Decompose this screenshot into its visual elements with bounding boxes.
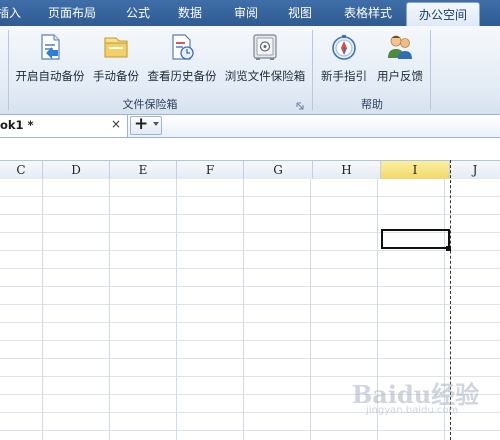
tab-page-layout[interactable]: 页面布局 — [40, 0, 104, 26]
column-header-d[interactable]: D — [43, 161, 110, 179]
manual-backup-button[interactable]: 手动备份 — [90, 30, 142, 90]
document-tab-name: ok1 * — [0, 118, 34, 132]
chevron-down-icon[interactable] — [153, 122, 159, 126]
group-divider — [430, 30, 431, 110]
user-feedback-label: 用户反馈 — [377, 69, 423, 83]
beginner-guide-button[interactable]: 新手指引 — [318, 30, 370, 90]
tab-data[interactable]: 数据 — [170, 0, 210, 26]
column-header-g[interactable]: G — [244, 161, 313, 179]
history-backup-icon — [167, 32, 197, 62]
manual-backup-icon — [101, 32, 131, 62]
column-header-j[interactable]: J — [450, 161, 500, 179]
column-header-i[interactable]: I — [381, 161, 450, 179]
watermark-url: jingyan.baidu.com — [366, 405, 459, 416]
auto-backup-icon — [35, 32, 65, 62]
baidu-watermark: Baidu经验 jingyan.baidu.com — [340, 375, 490, 435]
menu-tab-strip: 插入 页面布局 公式 数据 审阅 视图 表格样式 办公空间 — [0, 0, 500, 26]
tab-formula[interactable]: 公式 — [118, 0, 158, 26]
tab-view[interactable]: 视图 — [280, 0, 320, 26]
column-header-f[interactable]: F — [177, 161, 244, 179]
auto-backup-label: 开启自动备份 — [15, 69, 85, 83]
group-label-file-safe: 文件保险箱 — [122, 98, 178, 111]
history-backup-label: 查看历史备份 — [147, 69, 217, 83]
column-header-c[interactable]: C — [0, 161, 43, 179]
tab-office-space[interactable]: 办公空间 — [406, 2, 480, 26]
fill-handle[interactable] — [446, 246, 451, 251]
formula-area — [0, 138, 500, 160]
group-divider — [312, 30, 313, 110]
column-header-h[interactable]: H — [313, 161, 381, 179]
active-cell[interactable] — [381, 229, 450, 249]
tab-table-style[interactable]: 表格样式 — [336, 0, 400, 26]
new-tab-button[interactable]: + — [130, 114, 162, 135]
beginner-guide-label: 新手指引 — [321, 69, 367, 83]
close-icon[interactable]: × — [111, 117, 121, 131]
document-tab-bar: ok1 * × + — [0, 114, 500, 138]
browse-safe-box-label: 浏览文件保险箱 — [224, 69, 306, 83]
tab-insert[interactable]: 插入 — [0, 0, 22, 26]
ribbon: 开启自动备份 手动备份 查看历史备份 浏览文件保险箱 文件保险箱 新手指引 用户… — [0, 26, 500, 115]
plus-icon: + — [134, 114, 149, 134]
auto-backup-button[interactable]: 开启自动备份 — [14, 30, 86, 90]
group-label-help: 帮助 — [361, 98, 383, 111]
browse-safe-box-button[interactable]: 浏览文件保险箱 — [222, 30, 308, 90]
column-header-e[interactable]: E — [110, 161, 177, 179]
manual-backup-label: 手动备份 — [93, 69, 139, 83]
ribbon-divider — [8, 30, 9, 110]
safe-box-icon — [250, 32, 280, 62]
user-feedback-button[interactable]: 用户反馈 — [374, 30, 426, 90]
document-tab[interactable]: ok1 * × — [0, 115, 128, 137]
compass-icon — [329, 32, 359, 62]
column-header-row: C D E F G H I J — [0, 160, 500, 180]
tab-review[interactable]: 审阅 — [226, 0, 266, 26]
history-backup-button[interactable]: 查看历史备份 — [146, 30, 218, 90]
users-icon — [385, 32, 415, 62]
dialog-launcher-icon[interactable] — [296, 99, 304, 110]
